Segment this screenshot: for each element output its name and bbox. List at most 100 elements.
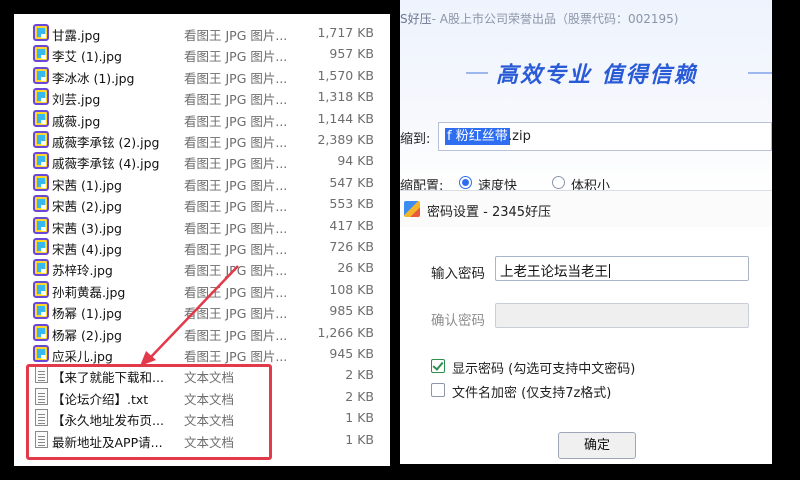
file-row[interactable]: 杨幂 (1).jpg 看图王 JPG 图片... 985 KB	[14, 300, 390, 321]
file-name: 宋茜 (4).jpg	[52, 242, 122, 257]
show-password-label: 显示密码 (勾选可支持中文密码)	[452, 362, 636, 377]
file-row[interactable]: 戚薇李承铉 (4).jpg 看图王 JPG 图片... 94 KB	[14, 150, 390, 171]
file-size: 1,144 KB	[317, 110, 374, 126]
file-row[interactable]: 宋茜 (2).jpg 看图王 JPG 图片... 553 KB	[14, 193, 390, 214]
image-file-icon	[33, 173, 49, 191]
password-input[interactable]: 上老王论坛当老王	[495, 256, 749, 281]
slogan-right-dash	[748, 72, 772, 74]
file-row[interactable]: 甘露.jpg 看图王 JPG 图片... 1,717 KB	[14, 22, 390, 43]
file-type: 看图王 JPG 图片...	[184, 242, 288, 257]
confirm-password-label: 确认密码	[431, 313, 485, 329]
archive-name-input[interactable]: f 粉红丝带 .zip	[438, 122, 772, 151]
file-row[interactable]: 戚薇李承铉 (2).jpg 看图王 JPG 图片... 2,389 KB	[14, 129, 390, 150]
file-size: 1,570 KB	[317, 67, 374, 83]
file-size: 726 KB	[329, 239, 374, 254]
file-row[interactable]: 应采儿.jpg 看图王 JPG 图片... 945 KB	[14, 343, 390, 364]
file-name: 戚薇.jpg	[52, 113, 101, 129]
file-type: 看图王 JPG 图片...	[184, 306, 288, 322]
file-size: 553 KB	[329, 196, 374, 212]
radio-size-small[interactable]	[552, 176, 565, 189]
password-label: 输入密码	[431, 266, 485, 282]
file-type: 看图王 JPG 图片...	[184, 49, 288, 65]
file-name: 李冰冰 (1).jpg	[52, 70, 135, 86]
file-type: 看图王 JPG 图片...	[184, 177, 288, 193]
file-size: 547 KB	[329, 174, 374, 190]
file-row[interactable]: 李艾 (1).jpg 看图王 JPG 图片... 957 KB	[14, 43, 390, 64]
file-row[interactable]: 李冰冰 (1).jpg 看图王 JPG 图片... 1,570 KB	[14, 65, 390, 86]
file-name: 甘露.jpg	[52, 28, 101, 43]
file-row[interactable]: 戚薇.jpg 看图王 JPG 图片... 1,144 KB	[14, 108, 390, 129]
file-row[interactable]: 苏梓玲.jpg 看图王 JPG 图片... 26 KB	[14, 257, 390, 278]
image-file-icon	[33, 280, 49, 298]
file-size: 1,717 KB	[317, 25, 374, 40]
dialog-title-bar[interactable]: 密码设置 - 2345好压	[400, 191, 772, 227]
file-name: 宋茜 (3).jpg	[52, 220, 122, 236]
file-type: 看图王 JPG 图片...	[184, 113, 288, 129]
brand-name: S好压	[400, 12, 432, 26]
file-type: 看图王 JPG 图片...	[184, 263, 288, 279]
image-file-icon	[33, 109, 49, 127]
haozip-main-window: S好压- A股上市公司荣誉出品（股票代码：002195) 高效专业 值得信赖 缩…	[400, 0, 772, 464]
file-size: 1,318 KB	[317, 89, 374, 105]
image-file-icon	[33, 216, 49, 234]
file-row[interactable]: 宋茜 (4).jpg 看图王 JPG 图片... 726 KB	[14, 236, 390, 257]
file-size: 2,389 KB	[317, 132, 374, 147]
file-type: 看图王 JPG 图片...	[184, 349, 288, 364]
file-name: 宋茜 (2).jpg	[52, 199, 122, 215]
file-name: 刘芸.jpg	[52, 92, 101, 108]
archive-name-extension: .zip	[508, 129, 531, 144]
brand-line: S好压- A股上市公司荣誉出品（股票代码：002195)	[400, 10, 678, 27]
file-size: 94 KB	[337, 153, 374, 169]
file-name: 宋茜 (1).jpg	[52, 177, 122, 193]
file-row[interactable]: 刘芸.jpg 看图王 JPG 图片... 1,318 KB	[14, 86, 390, 107]
file-type: 看图王 JPG 图片...	[184, 156, 288, 172]
file-type: 看图王 JPG 图片...	[184, 199, 288, 215]
file-explorer-panel: 甘露.jpg 看图王 JPG 图片... 1,717 KB 李艾 (1).jpg 看图王…	[14, 14, 390, 466]
image-file-icon	[33, 88, 49, 106]
radio-speed-fast[interactable]	[459, 176, 472, 189]
image-file-icon	[33, 259, 49, 277]
slogan-left-dash	[466, 72, 488, 74]
file-size: 957 KB	[329, 46, 374, 62]
file-name: 应采儿.jpg	[52, 349, 113, 364]
file-row[interactable]: 孙莉黄磊.jpg 看图王 JPG 图片... 108 KB	[14, 279, 390, 300]
file-type: 看图王 JPG 图片...	[184, 327, 288, 343]
brand-subtitle: - A股上市公司荣誉出品（股票代码：002195)	[431, 12, 679, 26]
encrypt-filenames-checkbox[interactable]	[431, 383, 445, 397]
image-file-icon	[33, 24, 49, 41]
text-files-highlight-box	[26, 364, 272, 460]
slogan-banner: 高效专业 值得信赖	[496, 63, 698, 88]
file-name: 戚薇李承铉 (2).jpg	[52, 135, 160, 150]
encrypt-filenames-label: 文件名加密 (仅支持7z格式)	[452, 386, 612, 401]
ok-button[interactable]: 确定	[558, 432, 636, 459]
image-file-icon	[33, 345, 49, 362]
file-size: 1 KB	[345, 431, 374, 447]
file-size: 108 KB	[329, 281, 374, 297]
image-file-icon	[33, 66, 49, 84]
file-size: 26 KB	[337, 260, 374, 276]
file-name: 孙莉黄磊.jpg	[52, 284, 126, 300]
file-name: 杨幂 (2).jpg	[52, 327, 122, 343]
file-type: 看图王 JPG 图片...	[184, 92, 288, 108]
file-type: 看图王 JPG 图片...	[184, 135, 288, 150]
file-row[interactable]: 宋茜 (1).jpg 看图王 JPG 图片... 547 KB	[14, 172, 390, 193]
password-settings-dialog: 密码设置 - 2345好压 输入密码 上老王论坛当老王 确认密码 显示密码 (勾…	[400, 190, 772, 464]
file-name: 戚薇李承铉 (4).jpg	[52, 156, 160, 172]
haozip-app-icon	[404, 201, 420, 217]
image-file-icon	[33, 302, 49, 320]
file-size: 2 KB	[345, 388, 374, 404]
file-row[interactable]: 杨幂 (2).jpg 看图王 JPG 图片... 1,266 KB	[14, 322, 390, 343]
image-file-icon	[33, 131, 49, 148]
image-file-icon	[33, 195, 49, 213]
file-name: 苏梓玲.jpg	[52, 263, 113, 279]
file-type: 看图王 JPG 图片...	[184, 28, 288, 43]
file-size: 1,266 KB	[317, 324, 374, 340]
image-file-icon	[33, 152, 49, 170]
confirm-password-input[interactable]	[495, 303, 749, 328]
file-name: 杨幂 (1).jpg	[52, 306, 122, 322]
dialog-title: 密码设置 - 2345好压	[427, 205, 552, 220]
show-password-checkbox[interactable]	[431, 359, 445, 373]
file-row[interactable]: 宋茜 (3).jpg 看图王 JPG 图片... 417 KB	[14, 215, 390, 236]
file-size: 945 KB	[329, 346, 374, 361]
file-name: 李艾 (1).jpg	[52, 49, 122, 65]
